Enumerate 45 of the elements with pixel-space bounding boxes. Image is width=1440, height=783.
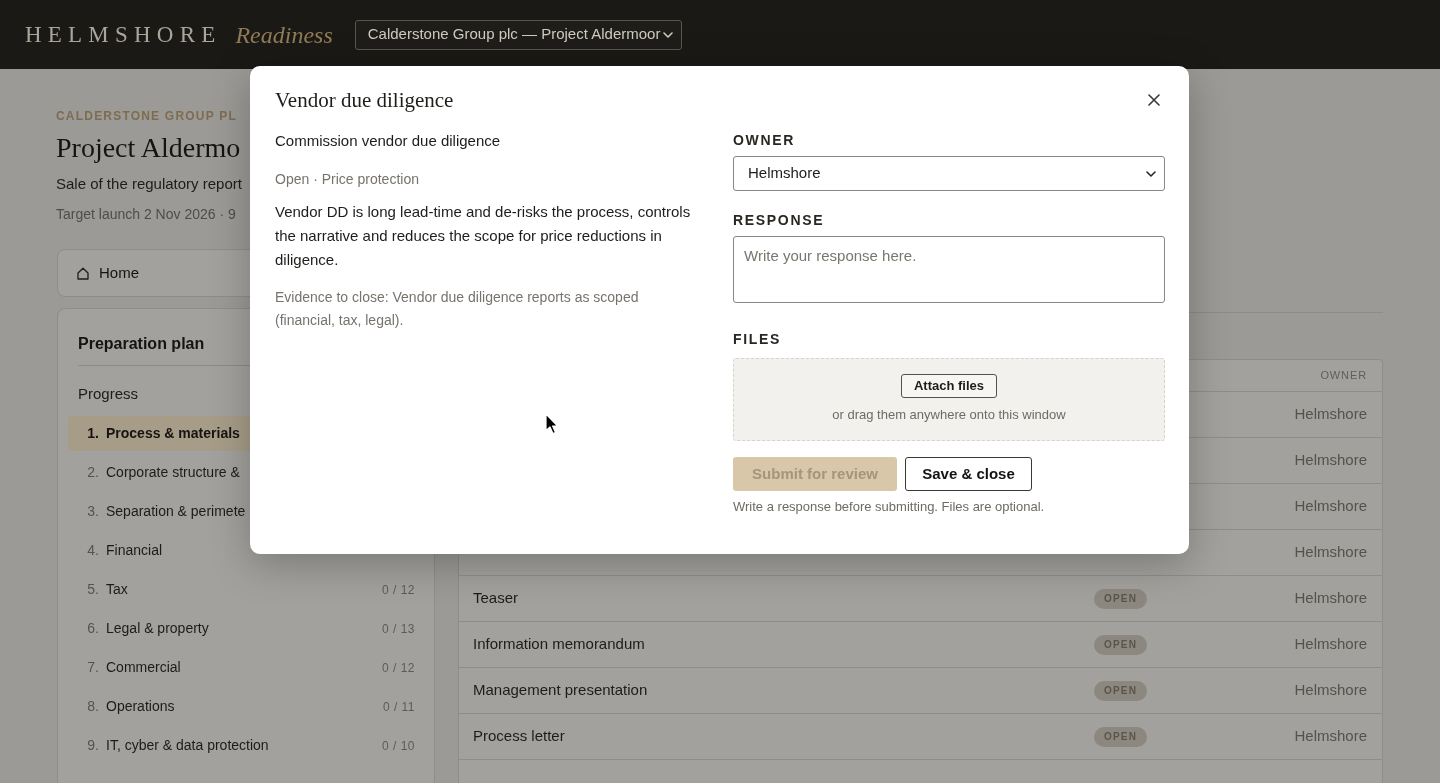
- field-label: RESPONSE: [733, 211, 826, 230]
- client-name: CALDERSTONE GROUP PL: [56, 108, 237, 124]
- project-title: Project Aldermo: [56, 132, 241, 164]
- owner-name: Helmshore: [1294, 450, 1367, 471]
- dialog-title: Vendor due diligence: [275, 87, 454, 114]
- cursor-icon: [545, 413, 559, 435]
- section-item[interactable]: 9. IT, cyber & data protection 0 / 10: [68, 728, 424, 763]
- chevron-down-icon: [662, 31, 673, 38]
- owner-name: Helmshore: [1294, 680, 1367, 701]
- column-header: OWNER: [1320, 368, 1367, 384]
- project-select[interactable]: Calderstone Group plc — Project Aldermoor: [354, 19, 682, 50]
- task-name: Teaser: [473, 588, 519, 609]
- owner-name: Helmshore: [1294, 634, 1367, 655]
- task-name: Process letter: [473, 726, 565, 747]
- close-icon: [1148, 94, 1160, 106]
- field-label: OWNER: [733, 131, 797, 150]
- save-button[interactable]: Save & close: [905, 457, 1032, 491]
- chevron-down-icon: [1146, 170, 1156, 177]
- drop-hint: or drag them anywhere onto this window: [832, 406, 1066, 424]
- file-drop-zone[interactable]: Attach files or drag them anywhere onto this window: [733, 358, 1165, 441]
- section-item[interactable]: 5. Tax 0 / 12: [68, 572, 424, 607]
- plan-title: Preparation plan: [78, 334, 205, 354]
- task-title: Commission vendor due diligence: [275, 131, 502, 151]
- submit-hint: Write a response before submitting. Files are optional.: [733, 498, 1046, 516]
- section-item[interactable]: 7. Commercial 0 / 12: [68, 650, 424, 685]
- product-name: Readiness: [235, 22, 333, 47]
- task-name: Management presentation: [473, 680, 648, 701]
- progress-label: Progress: [78, 384, 139, 404]
- attach-files-button[interactable]: Attach files: [900, 374, 998, 398]
- response-field[interactable]: Write your response here.: [733, 236, 1165, 303]
- project-subtitle: Sale of the regulatory report: [56, 174, 242, 194]
- field-label: FILES: [733, 330, 783, 349]
- owner-name: Helmshore: [1294, 404, 1367, 425]
- home-icon: [77, 266, 89, 280]
- section-item[interactable]: 8. Operations 0 / 11: [68, 689, 424, 724]
- owner-name: Helmshore: [1294, 542, 1367, 563]
- owner-name: Helmshore: [1294, 496, 1367, 517]
- task-meta: Open · Price protection: [275, 170, 420, 189]
- project-meta: Target launch 2 Nov 2026 · 9: [56, 205, 236, 224]
- section-item[interactable]: 6. Legal & property 0 / 13: [68, 611, 424, 646]
- brand-name: HELMSHORE: [25, 23, 222, 46]
- owner-name: Helmshore: [1294, 588, 1367, 609]
- owner-select[interactable]: Helmshore: [733, 156, 1165, 191]
- task-name: Information memorandum: [473, 634, 645, 655]
- owner-name: Helmshore: [1294, 726, 1367, 747]
